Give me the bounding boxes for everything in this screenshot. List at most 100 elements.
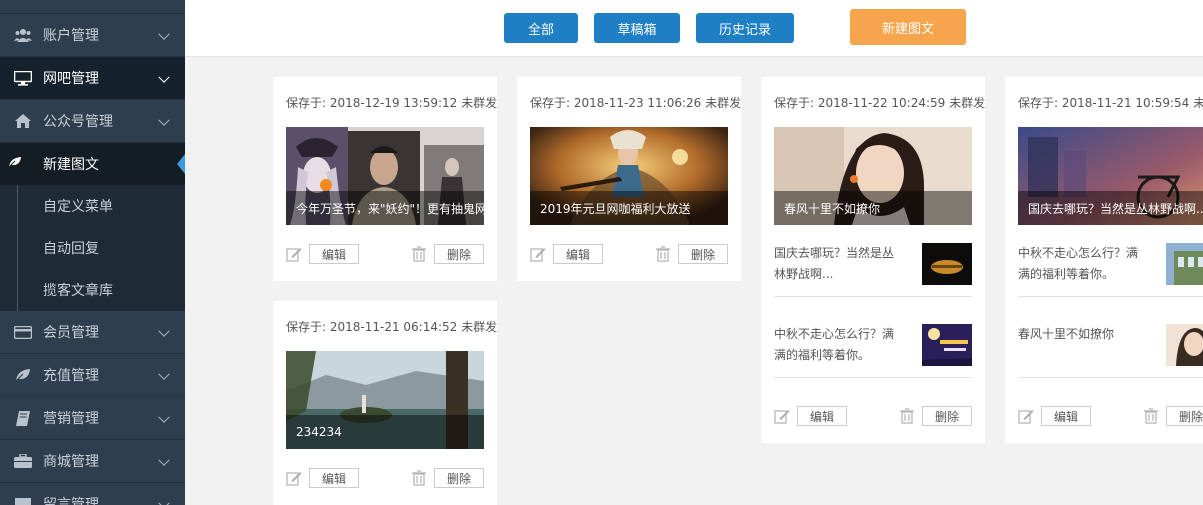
card-icon <box>14 324 32 340</box>
sidebar-item-recharge[interactable]: 充值管理 <box>0 354 185 397</box>
article-card[interactable]: 保存于: 2018-11-21 10:59:54 未群发 国庆去哪玩？当然是丛林… <box>1005 77 1203 443</box>
delete-button[interactable]: 删除 <box>922 406 972 426</box>
sidebar-item-netcafe[interactable]: 网吧管理 <box>0 57 185 100</box>
book-icon <box>14 410 32 426</box>
sidebar-item-label: 网吧管理 <box>43 71 99 87</box>
message-icon <box>14 496 32 505</box>
sub-article-thumb <box>1166 324 1203 366</box>
card-save-time: 保存于: 2018-11-21 10:59:54 未群发 <box>1018 96 1203 110</box>
card-cover-image[interactable]: 国庆去哪玩？当然是丛林野战啊... <box>1018 127 1203 225</box>
delete-button[interactable]: 删除 <box>678 244 728 264</box>
edit-button[interactable]: 编辑 <box>309 244 359 264</box>
sub-article[interactable]: 春风十里不如撩你 <box>1018 318 1203 378</box>
card-footer: 编辑 删除 <box>286 468 484 488</box>
filter-history-button[interactable]: 历史记录 <box>696 13 794 43</box>
submenu-item-label: 自动回复 <box>43 241 99 257</box>
trash-icon[interactable] <box>655 246 671 262</box>
article-card[interactable]: 保存于: 2018-11-23 11:06:26 未群发 2019年元旦网咖福利… <box>517 77 741 281</box>
card-save-time: 保存于: 2018-11-21 06:14:52 未群发 <box>286 320 498 334</box>
submenu-item-label: 新建图文 <box>43 157 99 173</box>
submenu-item-label: 自定义菜单 <box>43 199 113 215</box>
card-cover-image[interactable]: 春风十里不如撩你 <box>774 127 972 225</box>
sidebar-item-label: 公众号管理 <box>43 114 113 130</box>
sidebar-item-label: 账户管理 <box>43 28 99 44</box>
edit-icon[interactable] <box>530 246 546 262</box>
card-cover-caption: 234234 <box>286 415 484 449</box>
sidebar: 账户管理 网吧管理 公众号管理 新建图文 自定义菜单 自动回复 揽客文章库 会员… <box>0 0 185 505</box>
sidebar-item-marketing[interactable]: 营销管理 <box>0 397 185 440</box>
edit-button[interactable]: 编辑 <box>1041 406 1091 426</box>
toolbar: 全部 草稿箱 历史记录 新建图文 <box>185 0 1203 57</box>
card-cover-image[interactable]: 234234 <box>286 351 484 449</box>
thumb-portrait-image <box>1166 324 1203 366</box>
sidebar-item-account[interactable]: 账户管理 <box>0 14 185 57</box>
sidebar-item-label: 营销管理 <box>43 411 99 427</box>
card-cover-image[interactable]: 2019年元旦网咖福利大放送 <box>530 127 728 225</box>
trash-icon[interactable] <box>1143 408 1159 424</box>
card-cover-caption: 国庆去哪玩？当然是丛林野战啊... <box>1018 191 1203 225</box>
monitor-icon <box>14 70 32 86</box>
edit-button[interactable]: 编辑 <box>797 406 847 426</box>
card-save-time: 保存于: 2018-12-19 13:59:12 未群发 <box>286 96 498 110</box>
delete-button[interactable]: 删除 <box>1166 406 1203 426</box>
submenu-item-new-article[interactable]: 新建图文 <box>0 143 185 185</box>
card-save-time: 保存于: 2018-11-22 10:24:59 未群发 <box>774 96 986 110</box>
sidebar-item-label: 商城管理 <box>43 454 99 470</box>
sub-article-title: 中秋不走心怎么行？满满的福利等着你。 <box>1018 246 1139 281</box>
leaf-icon <box>8 156 22 172</box>
article-card[interactable]: 保存于: 2018-11-22 10:24:59 未群发 春风十里不如撩你 国庆… <box>761 77 985 443</box>
card-footer: 编辑 删除 <box>1018 406 1203 426</box>
trash-icon[interactable] <box>899 408 915 424</box>
card-footer: 编辑 删除 <box>774 406 972 426</box>
sidebar-item-label: 会员管理 <box>43 325 99 341</box>
chevron-down-icon <box>158 71 170 83</box>
filter-drafts-button[interactable]: 草稿箱 <box>594 13 680 43</box>
delete-button[interactable]: 删除 <box>434 244 484 264</box>
card-cover-caption: 今年万圣节，来"妖约"！更有抽鬼网 <box>286 191 484 225</box>
delete-button[interactable]: 删除 <box>434 468 484 488</box>
edit-icon[interactable] <box>286 470 302 486</box>
thumb-building-image <box>1166 243 1203 285</box>
sub-article-title: 春风十里不如撩你 <box>1018 327 1115 341</box>
sidebar-top-divider <box>0 0 185 14</box>
card-cover-caption: 2019年元旦网咖福利大放送 <box>530 191 728 225</box>
sidebar-item-message[interactable]: 留言管理 <box>0 483 185 505</box>
sidebar-item-label: 留言管理 <box>43 497 99 505</box>
sidebar-item-mall[interactable]: 商城管理 <box>0 440 185 483</box>
submenu-item-label: 揽客文章库 <box>43 283 113 299</box>
edit-button[interactable]: 编辑 <box>309 468 359 488</box>
thumb-dark-vehicle-image <box>922 243 972 285</box>
chevron-down-icon <box>158 454 170 466</box>
chevron-down-icon <box>158 411 170 423</box>
sub-article[interactable]: 国庆去哪玩？当然是丛林野战啊... <box>774 237 972 297</box>
chevron-down-icon <box>158 497 170 505</box>
submenu-item-article-library[interactable]: 揽客文章库 <box>0 269 185 311</box>
card-save-time: 保存于: 2018-11-23 11:06:26 未群发 <box>530 96 742 110</box>
submenu-item-auto-reply[interactable]: 自动回复 <box>0 227 185 269</box>
submenu-item-custom-menu[interactable]: 自定义菜单 <box>0 185 185 227</box>
chevron-down-icon <box>158 114 170 126</box>
article-card[interactable]: 保存于: 2018-12-19 13:59:12 未群发 今年万圣节，来"妖约"… <box>273 77 497 281</box>
filter-all-button[interactable]: 全部 <box>504 13 578 43</box>
new-article-button[interactable]: 新建图文 <box>850 9 966 45</box>
briefcase-icon <box>14 453 32 469</box>
sub-article-title: 中秋不走心怎么行？满满的福利等着你。 <box>774 327 895 362</box>
chevron-down-icon <box>158 325 170 337</box>
edit-icon[interactable] <box>774 408 790 424</box>
sub-article[interactable]: 中秋不走心怎么行？满满的福利等着你。 <box>1018 237 1203 297</box>
edit-icon[interactable] <box>1018 408 1034 424</box>
home-icon <box>14 113 32 129</box>
article-card[interactable]: 保存于: 2018-11-21 06:14:52 未群发 234234 编辑 删… <box>273 301 497 505</box>
edit-icon[interactable] <box>286 246 302 262</box>
trash-icon[interactable] <box>411 246 427 262</box>
edit-button[interactable]: 编辑 <box>553 244 603 264</box>
sub-article[interactable]: 中秋不走心怎么行？满满的福利等着你。 <box>774 318 972 378</box>
sub-article-thumb <box>922 243 972 285</box>
trash-icon[interactable] <box>411 470 427 486</box>
card-cover-caption: 春风十里不如撩你 <box>774 191 972 225</box>
card-cover-image[interactable]: 今年万圣节，来"妖约"！更有抽鬼网 <box>286 127 484 225</box>
chevron-down-icon <box>158 28 170 40</box>
sidebar-item-official-account[interactable]: 公众号管理 <box>0 100 185 143</box>
thumb-moon-festival-image <box>922 324 972 366</box>
sidebar-item-member[interactable]: 会员管理 <box>0 311 185 354</box>
